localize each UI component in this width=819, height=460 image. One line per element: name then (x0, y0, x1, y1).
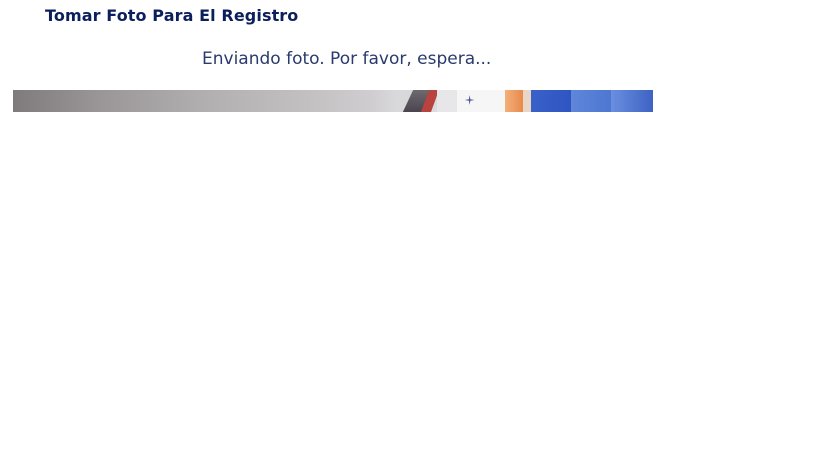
photo-fragment: 🟄 (464, 93, 476, 109)
page-title: Tomar Foto Para El Registro (45, 6, 299, 25)
photo-fragment (611, 90, 653, 112)
camera-preview-image: 🟄 (13, 90, 653, 112)
upload-status-message: Enviando foto. Por favor, espera... (202, 49, 492, 69)
photo-fragment (523, 90, 531, 112)
photo-fragment (531, 90, 571, 112)
photo-fragment (571, 90, 611, 112)
photo-fragment (437, 90, 459, 112)
photo-registration-page: Tomar Foto Para El Registro Enviando fot… (0, 0, 819, 460)
photo-fragment (505, 90, 523, 112)
